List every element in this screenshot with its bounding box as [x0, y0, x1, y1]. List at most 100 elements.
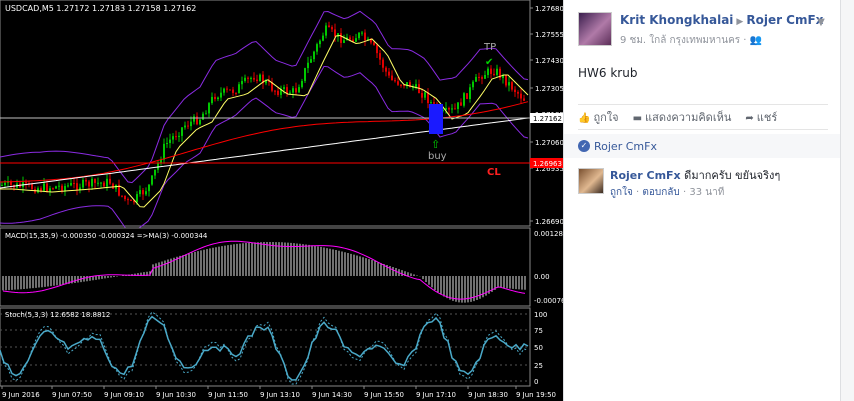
comment-button[interactable]: ▬ แสดงความคิดเห็น — [633, 108, 732, 126]
candle-body — [463, 93, 465, 106]
candle-body — [127, 199, 129, 201]
candle-body — [382, 59, 384, 68]
candle-body — [61, 185, 63, 191]
candle-body — [355, 38, 357, 42]
candle-body — [391, 75, 393, 81]
candle-body — [415, 84, 417, 87]
buy-arrow-icon: ⇧ — [431, 138, 440, 151]
candle-body — [217, 97, 219, 100]
candle-body — [493, 73, 495, 76]
candle-body — [205, 113, 207, 115]
candle-body — [448, 108, 450, 110]
candle-body — [358, 32, 360, 39]
post-actions-bar: 👍 ถูกใจ ▬ แสดงความคิดเห็น ➦ แชร์ — [578, 104, 828, 130]
page-name-link[interactable]: Rojer CmFx — [746, 13, 823, 27]
price-tick-label: 1.27060 — [535, 139, 563, 147]
stoch-tick-label: 50 — [534, 344, 543, 352]
candle-body — [238, 84, 240, 94]
stoch-label: Stoch(5,3,3) 12.6582 18.8812 — [5, 311, 110, 319]
candle-body — [394, 80, 396, 82]
scrollbar[interactable] — [840, 0, 854, 401]
price-tick-label: 1.26690 — [535, 218, 563, 226]
candle-body — [91, 178, 93, 187]
like-icon: 👍 — [578, 113, 591, 124]
post-text: HW6 krub — [578, 66, 638, 80]
candle-body — [496, 68, 498, 76]
commenter-name-link[interactable]: Rojer CmFx — [610, 169, 681, 182]
candle-body — [259, 74, 261, 81]
stoch-tick-label: 25 — [534, 362, 543, 370]
time-tick-label: 9 Jun 10:30 — [156, 391, 196, 399]
buy-label: buy — [428, 151, 447, 162]
chart-symbol-label: USDCAD,M5 1.27172 1.27183 1.27158 1.2716… — [5, 4, 196, 13]
likes-summary[interactable]: ✓ Rojer CmFx — [564, 134, 841, 158]
candle-body — [505, 75, 507, 86]
candle-body — [52, 188, 54, 190]
candle-body — [112, 183, 114, 189]
candle-body — [379, 53, 381, 60]
author-avatar[interactable] — [578, 12, 612, 46]
candle-body — [100, 182, 102, 184]
candle-body — [178, 135, 180, 137]
candle-body — [430, 102, 432, 104]
share-button[interactable]: ➦ แชร์ — [745, 108, 777, 126]
candle-body — [145, 191, 147, 195]
candle-body — [253, 77, 255, 80]
candle-body — [292, 88, 294, 93]
comment-actions: ถูกใจ · ตอบกลับ · 33 นาที — [610, 187, 725, 198]
candle-body — [193, 116, 195, 122]
time-tick-label: 9 Jun 18:30 — [468, 391, 508, 399]
macd-tick-label: 0.001287 — [534, 230, 563, 238]
friends-privacy-icon[interactable]: 👥 — [750, 35, 762, 46]
candle-body — [250, 77, 252, 79]
candle-body — [121, 195, 123, 197]
comment-reply-link[interactable]: ตอบกลับ — [642, 187, 679, 198]
cl-price-tag-text: 1.26963 — [533, 160, 562, 168]
candle-body — [319, 40, 321, 45]
candle-body — [256, 79, 258, 81]
candle-body — [475, 76, 477, 82]
author-name-link[interactable]: Krit Khongkhalai — [620, 13, 733, 27]
time-tick-label: 9 Jun 11:50 — [208, 391, 248, 399]
candle-body — [55, 186, 57, 189]
candle-body — [400, 84, 402, 86]
candle-body — [325, 25, 327, 36]
post-author-line: Krit Khongkhalai ▶ Rojer CmFx — [620, 13, 823, 27]
candle-body — [508, 82, 510, 86]
post-header: Krit Khongkhalai ▶ Rojer CmFx 9 ชม. ใกล้ ก… — [578, 12, 828, 48]
candle-body — [223, 88, 225, 93]
candle-body — [424, 92, 426, 98]
facebook-post-panel: Krit Khongkhalai ▶ Rojer CmFx 9 ชม. ใกล้ ก… — [563, 0, 841, 401]
comment-like-link[interactable]: ถูกใจ — [610, 187, 633, 198]
price-tick-label: 1.27305 — [535, 85, 563, 93]
macd-tick-label: 0.00 — [534, 273, 550, 281]
trading-chart[interactable]: USDCAD,M5 1.27172 1.27183 1.27158 1.2716… — [0, 0, 563, 401]
comment-button-label: แสดงความคิดเห็น — [645, 111, 732, 124]
candle-body — [139, 190, 141, 195]
candle-body — [298, 87, 300, 93]
cl-label: CL — [487, 167, 501, 178]
candle-body — [124, 195, 126, 200]
candle-body — [49, 188, 51, 192]
candle-body — [283, 87, 285, 89]
time-tick-label: 9 Jun 19:50 — [516, 391, 556, 399]
candle-body — [103, 182, 105, 187]
candle-body — [349, 37, 351, 40]
candle-body — [364, 32, 366, 41]
candle-body — [397, 81, 399, 85]
candle-body — [142, 190, 144, 195]
candle-body — [73, 183, 75, 185]
candle-body — [169, 139, 171, 143]
candle-body — [40, 188, 42, 191]
candle-body — [64, 186, 66, 191]
candle-body — [373, 42, 375, 46]
chevron-down-icon[interactable]: ▼ — [814, 16, 828, 30]
candle-body — [220, 92, 222, 98]
commenter-avatar[interactable] — [578, 168, 604, 194]
candle-body — [199, 119, 201, 125]
candle-body — [421, 93, 423, 98]
stoch-tick-label: 75 — [534, 327, 543, 335]
post-time-location[interactable]: 9 ชม. ใกล้ กรุงเทพมหานคร · — [620, 35, 750, 46]
like-button[interactable]: 👍 ถูกใจ — [578, 108, 619, 126]
time-tick-label: 9 Jun 15:50 — [364, 391, 404, 399]
